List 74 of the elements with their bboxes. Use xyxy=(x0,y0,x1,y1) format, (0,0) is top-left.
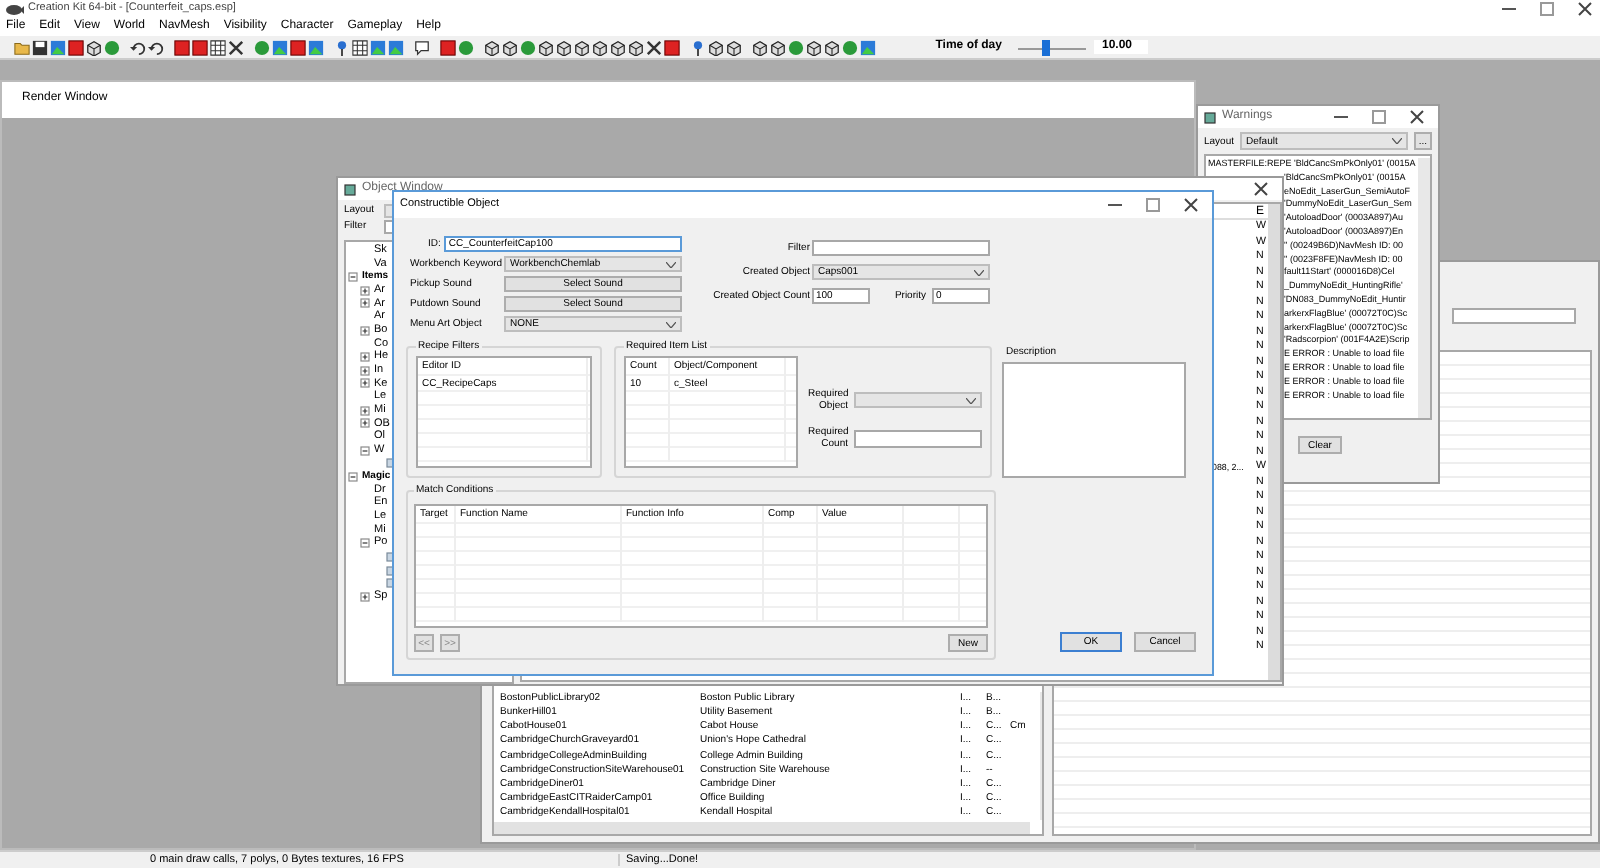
cube-icon[interactable] xyxy=(610,39,626,55)
close-icon[interactable] xyxy=(1578,2,1592,16)
minimize-icon[interactable] xyxy=(1334,110,1348,124)
expand-icon[interactable] xyxy=(360,298,370,309)
cube-icon[interactable] xyxy=(574,39,590,55)
grid-icon[interactable] xyxy=(210,39,226,55)
scrollbar[interactable] xyxy=(1268,204,1280,680)
description-field[interactable] xyxy=(1002,362,1186,478)
maximize-icon[interactable] xyxy=(1372,110,1386,124)
save-icon[interactable] xyxy=(32,39,48,55)
cross-icon[interactable] xyxy=(646,39,662,55)
close-icon[interactable] xyxy=(1184,198,1198,212)
collapse-icon[interactable] xyxy=(348,471,358,482)
scrollbar[interactable] xyxy=(1418,158,1430,418)
app-icon xyxy=(6,3,24,15)
filter-field[interactable] xyxy=(812,240,990,256)
collapse-icon[interactable] xyxy=(360,538,370,549)
expand-icon[interactable] xyxy=(360,285,370,296)
window-icon xyxy=(344,183,356,195)
count-field[interactable] xyxy=(854,429,982,447)
cube-icon[interactable] xyxy=(770,39,786,55)
maximize-icon[interactable] xyxy=(1146,198,1160,212)
caret-icon xyxy=(1392,138,1402,144)
square-icon[interactable] xyxy=(440,39,456,55)
caret-icon xyxy=(666,261,676,267)
square-icon[interactable] xyxy=(174,39,190,55)
square-icon[interactable] xyxy=(664,39,680,55)
expand-icon[interactable] xyxy=(360,325,370,336)
square-icon[interactable] xyxy=(290,39,306,55)
cube-icon[interactable] xyxy=(538,39,554,55)
image-icon[interactable] xyxy=(308,39,324,55)
cube-icon[interactable] xyxy=(484,39,500,55)
image-icon[interactable] xyxy=(272,39,288,55)
minimize-icon[interactable] xyxy=(1502,2,1516,16)
collapse-icon[interactable] xyxy=(360,445,370,456)
image-icon[interactable] xyxy=(370,39,386,55)
expand-icon[interactable] xyxy=(360,591,370,602)
cube-icon[interactable] xyxy=(628,39,644,55)
slider-thumb[interactable] xyxy=(1042,40,1051,56)
expand-icon[interactable] xyxy=(360,352,370,363)
expand-icon[interactable] xyxy=(360,378,370,389)
cube-icon[interactable] xyxy=(86,39,102,55)
speech-bubble-icon[interactable] xyxy=(414,39,430,55)
pin-icon[interactable] xyxy=(690,39,706,55)
cube-icon[interactable] xyxy=(502,39,518,55)
cube-icon[interactable] xyxy=(824,39,840,55)
window-icon xyxy=(1204,111,1216,123)
image-icon[interactable] xyxy=(860,39,876,55)
caret-icon xyxy=(966,397,976,403)
cube-icon[interactable] xyxy=(708,39,724,55)
collapse-icon[interactable] xyxy=(348,272,358,283)
cube-icon[interactable] xyxy=(592,39,608,55)
caret-icon xyxy=(666,321,676,327)
cross-icon[interactable] xyxy=(228,39,244,55)
square-icon[interactable] xyxy=(68,39,84,55)
cube-icon[interactable] xyxy=(726,39,742,55)
close-icon[interactable] xyxy=(1410,110,1424,124)
pin-icon[interactable] xyxy=(334,39,350,55)
cube-icon[interactable] xyxy=(806,39,822,55)
expand-icon[interactable] xyxy=(360,418,370,429)
grid-icon[interactable] xyxy=(352,39,368,55)
caret-icon xyxy=(974,269,984,275)
expand-icon[interactable] xyxy=(360,405,370,416)
cube-icon[interactable] xyxy=(556,39,572,55)
maximize-icon[interactable] xyxy=(1540,2,1554,16)
scrollbar[interactable] xyxy=(494,822,1030,834)
minimize-icon[interactable] xyxy=(1108,198,1122,212)
square-icon[interactable] xyxy=(192,39,208,55)
close-icon[interactable] xyxy=(1254,182,1268,196)
image-icon[interactable] xyxy=(388,39,404,55)
cube-icon[interactable] xyxy=(752,39,768,55)
input-field[interactable] xyxy=(1452,308,1576,324)
expand-icon[interactable] xyxy=(360,365,370,376)
image-icon[interactable] xyxy=(50,39,66,55)
